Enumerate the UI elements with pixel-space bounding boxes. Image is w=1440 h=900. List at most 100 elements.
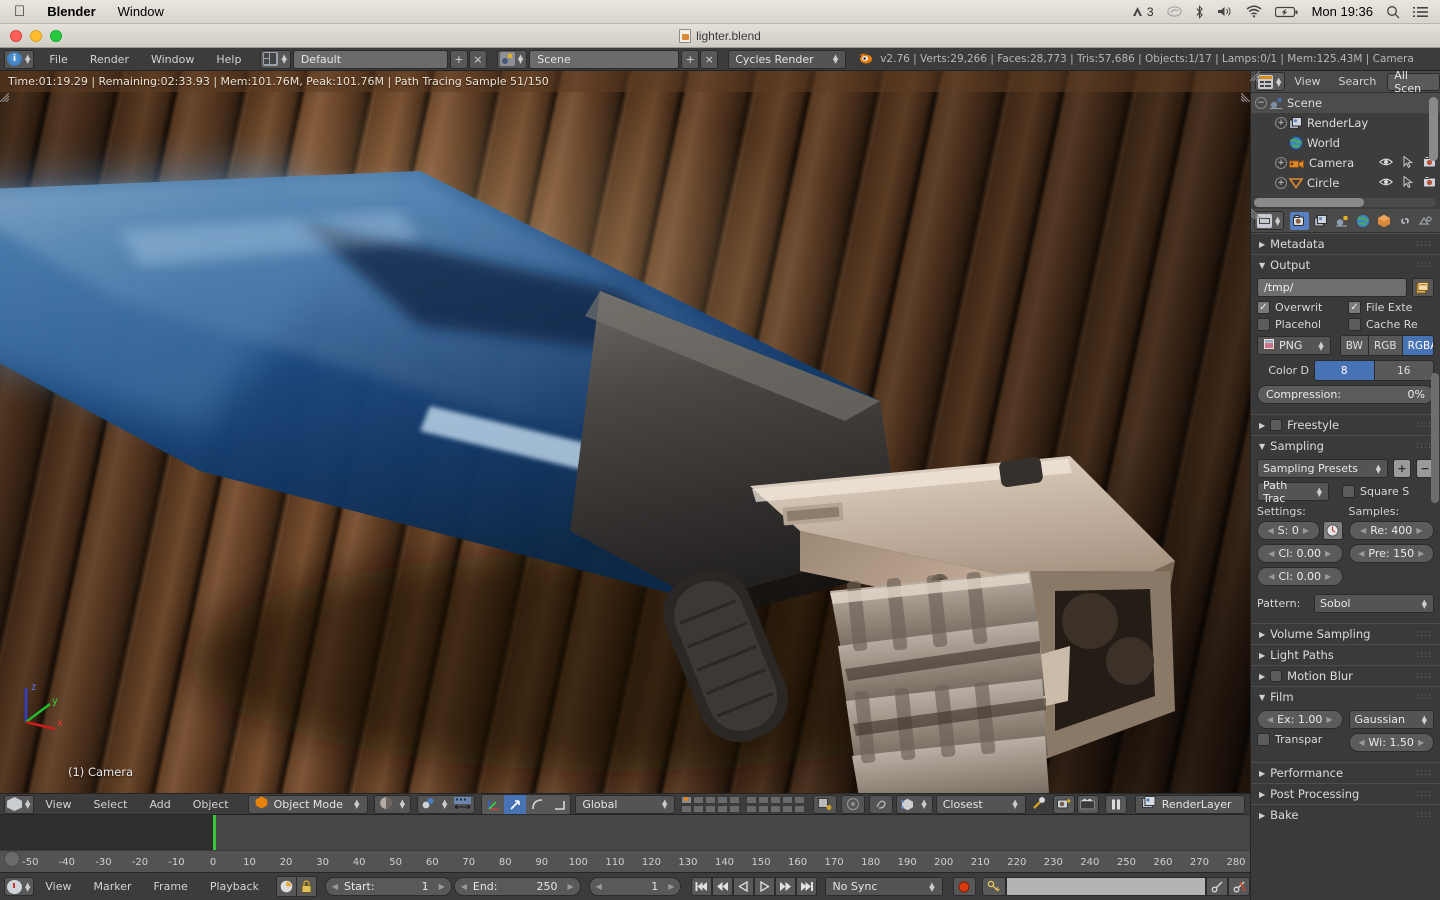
render-samples-field[interactable]: ◀ Re: 400 ▶ <box>1348 521 1434 540</box>
screen-layout-browse-button[interactable]: ▲ ▼ <box>260 49 291 69</box>
opengl-render-image-icon[interactable] <box>1052 794 1075 814</box>
outliner-vertical-scrollbar[interactable] <box>1429 97 1438 161</box>
macos-menu-window[interactable]: Window <box>118 4 164 19</box>
manipulator-toggle-icon[interactable] <box>454 796 472 812</box>
eye-icon[interactable] <box>1378 156 1394 170</box>
frame-start-increment-icon[interactable]: ▶ <box>439 882 445 891</box>
preview-samples-decrement-icon[interactable]: ◀ <box>1358 549 1364 558</box>
filter-width-increment-icon[interactable]: ▶ <box>1418 738 1424 747</box>
timeline-menu-frame[interactable]: Frame <box>143 875 199 898</box>
view3d-menu-view[interactable]: View <box>34 793 82 816</box>
move-manipulator-icon[interactable] <box>504 794 527 814</box>
transparent-checkbox[interactable] <box>1257 733 1270 746</box>
pivot-point-selector[interactable]: ▲ ▼ <box>416 794 476 814</box>
file-format-selector[interactable]: PNG ▲ ▼ <box>1257 336 1331 355</box>
layer-cell[interactable] <box>782 804 794 813</box>
outliner-expander[interactable]: + <box>1275 177 1289 189</box>
layer-cell[interactable] <box>794 804 806 813</box>
color-mode-rgb[interactable]: RGB <box>1368 336 1403 355</box>
proportional-edit-button[interactable] <box>841 794 866 814</box>
macos-menu-blender[interactable]: Blender <box>47 4 95 19</box>
exposure-decrement-icon[interactable]: ◀ <box>1267 715 1273 724</box>
layer-cell[interactable] <box>729 804 741 813</box>
maximize-window-button[interactable] <box>50 30 62 42</box>
cursor-select-icon[interactable] <box>1403 154 1414 171</box>
outliner-expander[interactable]: + <box>1275 117 1289 129</box>
layer-cell[interactable] <box>782 795 794 804</box>
creative-cloud-icon[interactable] <box>1166 5 1182 18</box>
outliner-row-circle[interactable]: + Circle <box>1251 173 1440 189</box>
view3d-menu-object[interactable]: Object <box>182 793 240 816</box>
preview-samples-increment-icon[interactable]: ▶ <box>1418 549 1424 558</box>
render-samples-increment-icon[interactable]: ▶ <box>1416 526 1422 535</box>
scene-browse-button[interactable]: ▲ ▼ <box>496 49 528 69</box>
seed-field[interactable]: ◀ S: 0 ▶ <box>1257 521 1320 540</box>
sampling-presets-selector[interactable]: Sampling Presets ▲ ▼ <box>1257 459 1388 478</box>
minimize-window-button[interactable] <box>30 30 42 42</box>
lock-to-scene-button[interactable] <box>813 794 838 814</box>
filter-width-field[interactable]: ◀ Wi: 1.50 ▶ <box>1348 733 1434 752</box>
transform-manipulator-buttons[interactable] <box>481 793 572 815</box>
color-depth-8[interactable]: 8 <box>1315 361 1375 380</box>
layer-cell[interactable] <box>717 804 729 813</box>
timeline-menu-playback[interactable]: Playback <box>199 875 270 898</box>
filter-width-decrement-icon[interactable]: ◀ <box>1358 738 1364 747</box>
outliner-display-mode[interactable]: All Scen <box>1387 69 1440 95</box>
layer-cell[interactable] <box>705 795 717 804</box>
properties-vertical-scrollbar[interactable] <box>1431 373 1439 503</box>
properties-tab-scene[interactable] <box>1332 212 1351 230</box>
opengl-render-animation-icon[interactable] <box>1076 794 1099 814</box>
exposure-increment-icon[interactable]: ▶ <box>1326 715 1332 724</box>
scene-layers-bottom[interactable] <box>746 795 806 813</box>
frame-end-increment-icon[interactable]: ▶ <box>567 882 573 891</box>
clamp-indirect-increment-icon[interactable]: ▶ <box>1325 572 1331 581</box>
snap-target-selector[interactable]: Closest ▲ ▼ <box>935 794 1026 814</box>
editor-type-selector-timeline[interactable]: ▲ ▼ <box>4 877 35 896</box>
search-icon[interactable] <box>1386 5 1400 19</box>
scene-layers-top[interactable] <box>681 795 741 813</box>
exposure-field[interactable]: ◀ Ex: 1.00 ▶ <box>1257 710 1343 729</box>
animate-seed-button[interactable] <box>1322 521 1343 540</box>
keying-set-icon[interactable] <box>982 877 1006 896</box>
cursor-select-icon[interactable] <box>1403 174 1414 190</box>
keying-set-field[interactable] <box>1006 877 1206 896</box>
properties-tab-render[interactable] <box>1290 211 1310 230</box>
layer-cell[interactable] <box>746 795 758 804</box>
outliner-row-renderlay[interactable]: + RenderLay <box>1251 113 1440 133</box>
snap-element-selector[interactable]: ▲ ▼ <box>896 794 933 814</box>
properties-corner-handle[interactable] <box>1250 208 1262 220</box>
motion-blur-checkbox[interactable] <box>1270 670 1283 682</box>
layer-cell[interactable] <box>746 804 758 813</box>
menu-file[interactable]: File <box>38 48 78 71</box>
previous-keyframe-button[interactable] <box>712 877 734 896</box>
clamp-indirect-decrement-icon[interactable]: ◀ <box>1268 572 1274 581</box>
panel-header-output[interactable]: ▼ Output :::: <box>1251 254 1440 275</box>
delete-scene-button[interactable]: × <box>700 49 719 69</box>
editor-type-selector-info[interactable]: i ▲ ▼ <box>4 49 35 69</box>
timeline-scrollbar-knob[interactable] <box>4 851 20 867</box>
timeline-menu-view[interactable]: View <box>34 875 82 898</box>
square-samples-checkbox[interactable] <box>1342 485 1355 498</box>
outliner-expander[interactable]: − <box>1255 97 1269 109</box>
outliner-corner-handle[interactable] <box>1249 70 1261 82</box>
battery-icon[interactable] <box>1274 6 1299 18</box>
sync-mode-selector[interactable]: No Sync ▲ ▼ <box>825 877 943 896</box>
color-depth-16[interactable]: 16 <box>1374 361 1433 380</box>
seed-decrement-icon[interactable]: ◀ <box>1268 526 1274 535</box>
notification-center-icon[interactable] <box>1413 6 1428 18</box>
overwrite-checkbox[interactable]: ✓ <box>1257 301 1270 314</box>
scene-layers-group-2[interactable] <box>746 795 806 813</box>
delete-keyframe-button[interactable] <box>1228 877 1250 896</box>
record-button[interactable] <box>952 877 976 896</box>
apple-menu-icon[interactable]:  <box>14 4 25 19</box>
frame-start-field[interactable]: ◀ Start: 1 ▶ <box>324 877 452 896</box>
layer-cell[interactable] <box>729 795 741 804</box>
layer-cell[interactable] <box>758 804 770 813</box>
outliner-menu-view[interactable]: View <box>1285 75 1329 88</box>
seed-increment-icon[interactable]: ▶ <box>1303 526 1309 535</box>
timeline-editor[interactable]: -50 -40 -30 -20 -10 0 10 20 30 40 50 60 70 80 90 100 110… <box>0 815 1250 872</box>
output-folder-browse-button[interactable] <box>1412 278 1434 297</box>
render-engine-selector[interactable]: Cycles Render ▲ ▼ <box>728 49 847 69</box>
properties-tab-object[interactable] <box>1374 212 1393 230</box>
integrator-selector[interactable]: Path Trac ▲ ▼ <box>1257 479 1329 505</box>
